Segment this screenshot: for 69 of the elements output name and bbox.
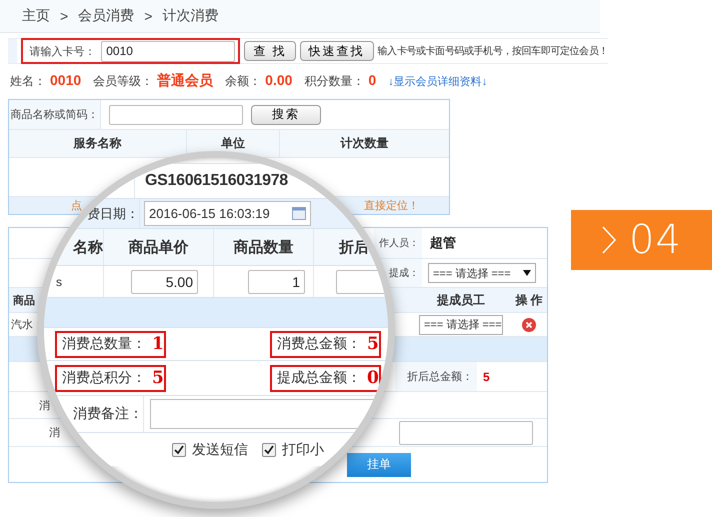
checkbox[interactable] bbox=[262, 442, 276, 456]
card-number-field[interactable]: 0010 bbox=[101, 40, 236, 62]
calendar-icon[interactable] bbox=[292, 207, 306, 220]
product-name: 汽水 bbox=[11, 318, 33, 332]
card-search-hint: 输入卡号或卡面号码或手机号，按回车即可定位会员！ bbox=[378, 44, 608, 58]
total-label: 消费总金额： bbox=[277, 335, 361, 353]
member-field-label: 会员等级： bbox=[93, 73, 154, 90]
total-value: 1 bbox=[152, 334, 164, 354]
total-value: 5 bbox=[152, 368, 164, 388]
member-field-value: 0010 bbox=[50, 72, 82, 88]
column-header: 服务名称 bbox=[74, 135, 122, 152]
delete-icon[interactable] bbox=[522, 318, 536, 332]
column-header: 操 作 bbox=[515, 292, 543, 308]
hint-text: 点 bbox=[71, 198, 82, 213]
member-field-value: 0 bbox=[368, 72, 376, 88]
date-field[interactable]: 2016-06-15 16:03:19 bbox=[144, 201, 311, 226]
discount-total-value: 5 bbox=[483, 370, 490, 384]
product-search-label: 商品名称或简码： bbox=[10, 108, 98, 122]
staff-select[interactable]: === 请选择 === bbox=[419, 314, 503, 334]
product-search-field[interactable] bbox=[109, 104, 243, 124]
column-header: 商品单价 bbox=[128, 238, 188, 256]
checkbox[interactable] bbox=[172, 442, 186, 456]
total-label: 提成总金额： bbox=[277, 369, 361, 387]
row-label: 消 bbox=[39, 398, 50, 412]
step-number: 04 bbox=[629, 217, 682, 263]
member-field-label: 余额： bbox=[225, 73, 262, 90]
caret-icon bbox=[523, 270, 531, 276]
member-field-value: 普通会员 bbox=[157, 72, 214, 90]
column-header: 单位 bbox=[221, 135, 245, 152]
quick-search-button[interactable]: 快速查找 bbox=[300, 41, 374, 61]
date-value: 2016-06-15 16:03:19 bbox=[149, 206, 270, 221]
row-label: 消 bbox=[49, 426, 60, 440]
search-button[interactable]: 查 找 bbox=[244, 41, 296, 61]
breadcrumb-separator: > bbox=[144, 8, 152, 24]
column-header: 名称 bbox=[73, 238, 103, 256]
hint-text: 直接定位！ bbox=[364, 198, 419, 213]
total-label: 消费总数量： bbox=[62, 335, 146, 353]
discount-price-field[interactable] bbox=[336, 270, 386, 294]
note-label: 消费备注： bbox=[73, 405, 143, 423]
text-field[interactable] bbox=[399, 420, 533, 444]
price-field[interactable]: 5.00 bbox=[131, 270, 198, 294]
commission-select[interactable]: === 请选择 === bbox=[428, 263, 536, 283]
breadcrumb-link[interactable]: 主页 bbox=[22, 7, 50, 25]
option-label: 打印小 bbox=[282, 440, 324, 458]
member-field-value: 0.00 bbox=[265, 72, 292, 88]
operator-name: 超管 bbox=[430, 234, 456, 252]
total-value: 5 bbox=[367, 334, 379, 354]
breadcrumb-link[interactable]: 计次消费 bbox=[162, 7, 218, 25]
breadcrumb-link[interactable]: 会员消费 bbox=[78, 7, 134, 25]
chevron-icon bbox=[601, 225, 618, 255]
product-name: s bbox=[56, 274, 62, 288]
discount-total-label: 折后总金额： bbox=[407, 370, 473, 384]
total-label: 消费总积分： bbox=[62, 369, 146, 387]
operator-label: 作人员： bbox=[379, 237, 419, 250]
card-number-label: 请输入卡号： bbox=[29, 44, 96, 58]
quantity-field[interactable]: 1 bbox=[248, 270, 305, 294]
column-header: 计次数量 bbox=[340, 135, 388, 152]
order-number: GS16061516031978 bbox=[145, 172, 288, 190]
option-label: 发送短信 bbox=[192, 440, 248, 458]
total-value: 0 bbox=[367, 368, 379, 388]
column-header: 商品数量 bbox=[234, 238, 294, 256]
member-details-link[interactable]: ↓显示会员详细资料↓ bbox=[388, 74, 488, 89]
commission-label: 提成： bbox=[389, 266, 419, 280]
breadcrumb-separator: > bbox=[60, 8, 68, 24]
column-header: 商品 bbox=[13, 294, 35, 308]
column-header: 提成员工 bbox=[437, 292, 485, 308]
member-field-label: 积分数量： bbox=[304, 73, 364, 90]
member-field-label: 姓名： bbox=[10, 73, 46, 90]
product-search-button[interactable]: 搜索 bbox=[251, 104, 321, 124]
